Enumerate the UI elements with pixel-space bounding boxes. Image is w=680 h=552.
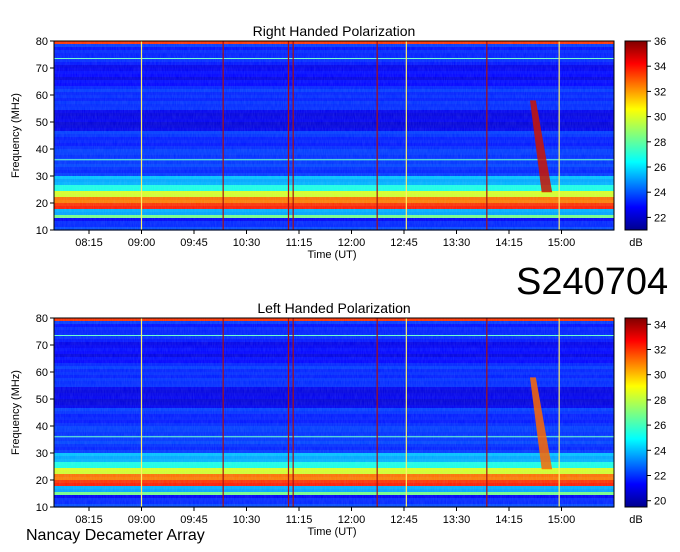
y-tick-label: 40 [36,421,48,433]
y-tick-label: 50 [36,394,48,406]
x-tick-label: 14:15 [495,514,523,526]
colorbar-label: dB [629,237,642,249]
y-tick-label: 30 [36,448,48,460]
x-tick-label: 09:45 [180,514,208,526]
x-tick-label: 09:00 [128,514,156,526]
colorbar-tick-label: 24 [654,187,666,199]
colorbar-tick-label: 22 [654,212,666,224]
colorbar-tick-label: 30 [654,112,666,124]
x-tick-label: 13:30 [443,237,471,249]
colorbar: 22 24 26 28 30 32 34 36 dB [624,36,666,249]
colorbar-tick-label: 24 [654,445,666,457]
y-tick-label: 80 [36,313,48,325]
event-label: S240704 [516,261,669,303]
panel-title: Right Handed Polarization [253,23,416,39]
x-tick-label: 10:30 [233,514,261,526]
colorbar-tick-label: 30 [654,370,666,382]
x-tick-label: 13:30 [443,514,471,526]
y-tick-label: 30 [36,171,48,183]
x-tick-label: 14:15 [495,237,523,249]
y-tick-label: 60 [36,367,48,379]
x-tick-label: 12:45 [390,514,418,526]
y-tick-label: 10 [36,502,48,514]
y-axis-label: Frequency (MHz) [10,93,22,178]
colorbar-tick-label: 22 [654,471,666,483]
x-axis-label: Time (UT) [307,526,356,538]
y-tick-label: 20 [36,475,48,487]
x-tick-label: 15:00 [548,514,576,526]
x-tick-label: 09:45 [180,237,208,249]
y-tick-label: 40 [36,144,48,156]
colorbar-tick-label: 26 [654,420,666,432]
panel-title: Left Handed Polarization [257,300,410,316]
colorbar-label: dB [629,514,642,526]
spectrogram-image [54,41,614,231]
x-tick-label: 08:15 [75,237,103,249]
spectrogram-panel: Left Handed Polarization 10 20 30 40 50 60 70 80… [10,300,666,538]
colorbar-tick-label: 34 [654,61,666,73]
y-tick-label: 50 [36,117,48,129]
colorbar-tick-label: 36 [654,36,666,48]
colorbar-tick-label: 34 [654,319,666,331]
x-tick-label: 09:00 [128,237,156,249]
colorbar-gradient [624,317,648,508]
colorbar-tick-label: 28 [654,395,666,407]
dynamic-spectrum-figure: Right Handed Polarization 10 20 30 40 50 60 70 8… [0,0,680,552]
x-tick-label: 11:15 [286,514,313,526]
x-tick-label: 10:30 [233,237,261,249]
y-tick-label: 10 [36,225,48,237]
x-tick-label: 12:00 [338,514,366,526]
colorbar-tick-label: 26 [654,162,666,174]
y-tick-label: 20 [36,198,48,210]
colorbar: 20 22 24 26 28 30 32 34 dB [624,317,666,526]
x-tick-label: 11:15 [286,237,313,249]
colorbar-tick-label: 28 [654,137,666,149]
colorbar-tick-label: 32 [654,86,666,98]
x-tick-label: 12:00 [338,237,366,249]
x-tick-label: 12:45 [390,237,418,249]
x-tick-label: 08:15 [75,514,103,526]
y-tick-label: 60 [36,90,48,102]
y-tick-label: 70 [36,63,48,75]
spectrogram-image [54,318,614,508]
spectrum-texture [54,318,614,507]
colorbar-tick-label: 20 [654,496,666,508]
spectrum-texture [54,41,614,230]
y-tick-label: 80 [36,36,48,48]
y-axis-label: Frequency (MHz) [10,370,22,455]
x-axis-label: Time (UT) [307,249,356,261]
spectrogram-panel: Right Handed Polarization 10 20 30 40 50 60 70 8… [10,23,666,261]
colorbar-tick-label: 32 [654,345,666,357]
x-tick-label: 15:00 [548,237,576,249]
colorbar-gradient [624,40,648,231]
instrument-label: Nancay Decameter Array [26,527,205,544]
y-tick-label: 70 [36,340,48,352]
